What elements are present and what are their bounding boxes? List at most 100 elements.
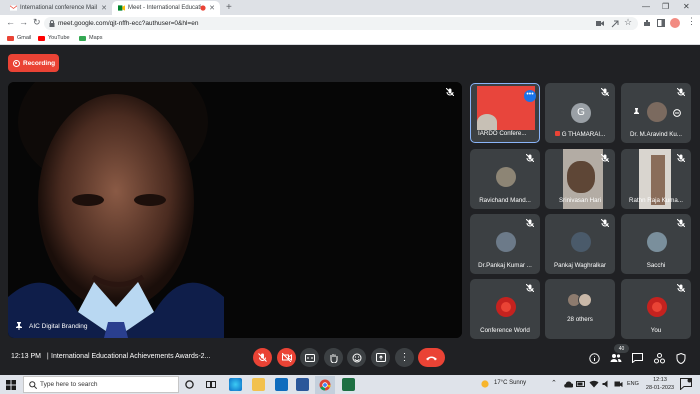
profile-avatar[interactable] (670, 18, 680, 28)
gmail-icon (7, 35, 14, 41)
activities-button[interactable] (652, 351, 666, 365)
people-icon (610, 354, 622, 362)
participant-name: You (650, 327, 662, 334)
others-tile[interactable]: 28 others (545, 279, 615, 339)
more-options-button[interactable]: ⋮ (395, 348, 414, 367)
mail-icon[interactable] (275, 378, 288, 391)
bookmark-youtube[interactable]: YouTube (38, 35, 70, 41)
pin-icon[interactable] (633, 108, 640, 116)
others-count: 28 others (567, 316, 593, 323)
share-icon[interactable] (611, 20, 619, 28)
participant-name: Srinivasan Hari (559, 197, 601, 204)
edge-icon[interactable] (229, 378, 242, 391)
excel-icon[interactable] (342, 378, 355, 391)
avatar-photo (496, 232, 516, 252)
captions-button[interactable] (300, 348, 319, 367)
weather-text[interactable]: 17°C Sunny (494, 380, 526, 386)
avatar-logo (647, 297, 667, 317)
main-speaker-video[interactable] (8, 82, 462, 338)
emoji-icon (352, 353, 361, 362)
present-button[interactable] (371, 348, 390, 367)
avatar-photo (647, 102, 667, 122)
windows-start-icon[interactable] (6, 380, 16, 390)
recording-badge[interactable]: Recording (8, 54, 59, 72)
people-button[interactable] (609, 351, 623, 365)
close-tab-icon[interactable]: ✕ (209, 4, 215, 12)
mic-toggle-button[interactable] (253, 348, 272, 367)
address-bar[interactable]: meet.google.com/qjt-nffh-ecc?authuser=0&… (44, 17, 638, 30)
side-panel-icon[interactable] (657, 19, 665, 27)
captions-icon (304, 353, 315, 362)
avatar-logo (496, 297, 516, 317)
pin-icon[interactable] (15, 322, 23, 330)
forward-icon[interactable]: → (19, 17, 28, 27)
reactions-button[interactable] (347, 348, 366, 367)
weather-sun-icon[interactable] (480, 379, 490, 389)
meeting-clock: 12:13 PM | (11, 353, 49, 360)
participant-name: IARDO Confere... (478, 130, 527, 137)
wifi-icon[interactable] (589, 380, 599, 388)
camera-in-use-icon[interactable] (614, 380, 623, 388)
mic-off-icon (526, 219, 534, 227)
maximize-icon[interactable]: ❐ (662, 2, 669, 11)
raise-hand-button[interactable] (324, 348, 343, 367)
notifications-icon[interactable] (680, 378, 692, 390)
minimize-icon[interactable]: — (642, 2, 650, 11)
video-camera-icon[interactable] (596, 20, 604, 27)
more-options-icon[interactable]: ••• (524, 90, 536, 102)
close-window-icon[interactable]: ✕ (683, 2, 690, 11)
bookmark-star-icon[interactable]: ☆ (624, 17, 632, 28)
participant-tile[interactable]: Sacchi (621, 214, 691, 274)
participant-tile[interactable]: Srinivasan Hari (545, 149, 615, 209)
participant-name: Dr.Pankaj Kumar ... (478, 262, 532, 269)
lock-icon (49, 20, 55, 27)
chrome-taskbar-slot[interactable] (315, 376, 335, 394)
battery-icon[interactable] (576, 380, 586, 388)
meeting-details-button[interactable] (587, 351, 601, 365)
activities-icon (653, 352, 665, 363)
extensions-icon[interactable] (643, 19, 651, 27)
participant-count-badge: 40 (614, 344, 629, 353)
tray-overflow-icon[interactable]: ⌃ (551, 379, 557, 387)
bookmark-maps[interactable]: Maps (79, 35, 102, 41)
cortana-icon[interactable] (185, 380, 194, 389)
participant-tile[interactable]: Ravichand Mand... (470, 149, 540, 209)
speaker-video-frame (8, 82, 462, 338)
chat-icon (631, 353, 643, 363)
host-controls-button[interactable] (674, 351, 688, 365)
participant-tile[interactable]: Rathn Raja Kuma... (621, 149, 691, 209)
hang-up-icon (426, 356, 437, 361)
store-icon[interactable] (296, 378, 309, 391)
info-icon (588, 352, 600, 364)
close-tab-icon[interactable]: ✕ (101, 4, 107, 12)
participant-tile[interactable]: Dr. M.Aravind Ku... (621, 83, 691, 143)
camera-toggle-button[interactable] (277, 348, 296, 367)
reload-icon[interactable]: ↻ (33, 17, 41, 28)
avatar-initial: G (571, 103, 591, 123)
mic-off-icon (677, 154, 685, 162)
remove-icon[interactable] (673, 109, 681, 117)
participant-face (567, 161, 595, 193)
file-explorer-icon[interactable] (252, 378, 265, 391)
participant-tile[interactable]: G G THAMARAI... (545, 83, 615, 143)
participant-tile[interactable]: Dr.Pankaj Kumar ... (470, 214, 540, 274)
logo-mark (501, 302, 511, 312)
participant-tile[interactable]: ••• IARDO Confere... (470, 83, 540, 143)
participant-tile[interactable]: Conference World (470, 279, 540, 339)
tab-meet[interactable]: Meet - International Educati ✕ (112, 1, 220, 15)
browser-menu-icon[interactable]: ⋮ (687, 16, 696, 27)
new-tab-button[interactable]: + (226, 2, 232, 13)
taskbar-clock[interactable]: 12:13 28-01-2023 (645, 376, 675, 392)
self-tile[interactable]: You (621, 279, 691, 339)
bookmark-gmail[interactable]: Gmail (7, 35, 31, 41)
participant-tile[interactable]: Pankaj Waghralkar (545, 214, 615, 274)
back-icon[interactable]: ← (6, 17, 15, 27)
volume-icon[interactable] (602, 380, 611, 388)
tab-gmail[interactable]: International conference Mail ✕ (4, 1, 112, 15)
cloud-icon[interactable] (563, 380, 573, 388)
task-view-icon[interactable] (206, 380, 216, 389)
language-indicator[interactable]: ENG (627, 381, 639, 387)
taskbar-search[interactable]: Type here to search (23, 376, 179, 393)
chat-button[interactable] (630, 351, 644, 365)
leave-call-button[interactable] (418, 348, 445, 367)
